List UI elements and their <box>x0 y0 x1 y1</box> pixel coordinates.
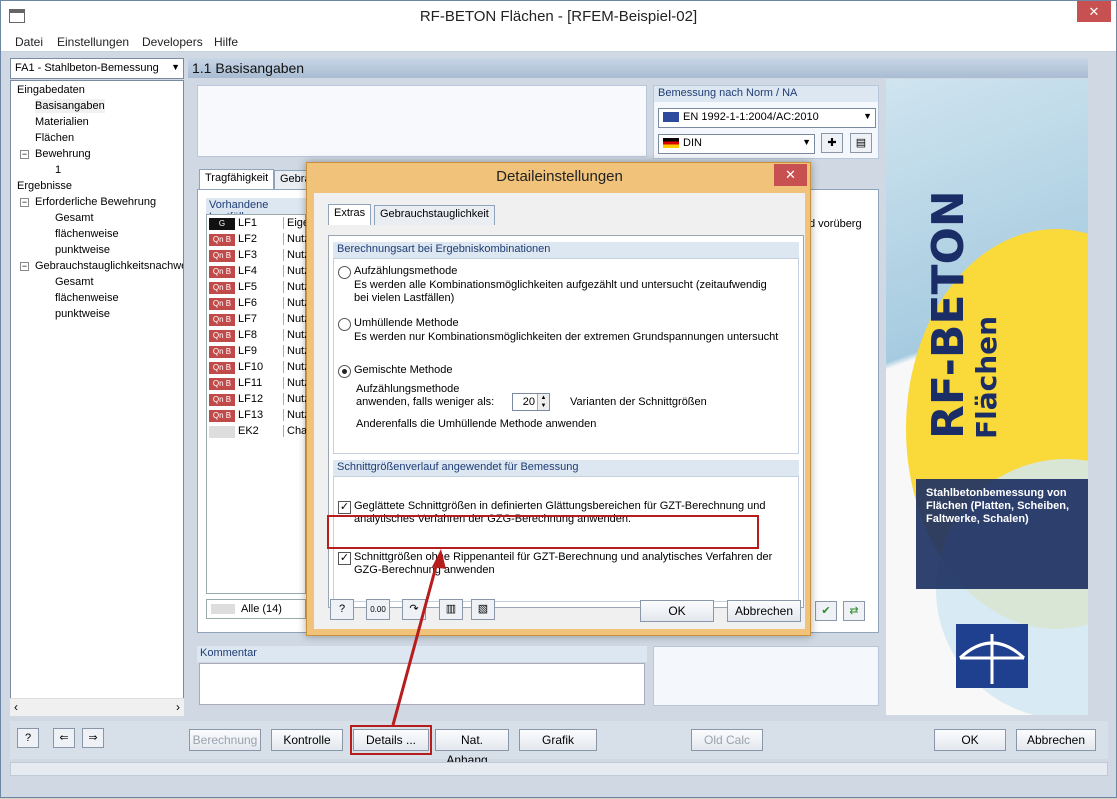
callout-arrow <box>391 549 446 726</box>
main-window: RF-BETON Flächen - [RFEM-Beispiel-02] ✕ … <box>0 0 1117 798</box>
